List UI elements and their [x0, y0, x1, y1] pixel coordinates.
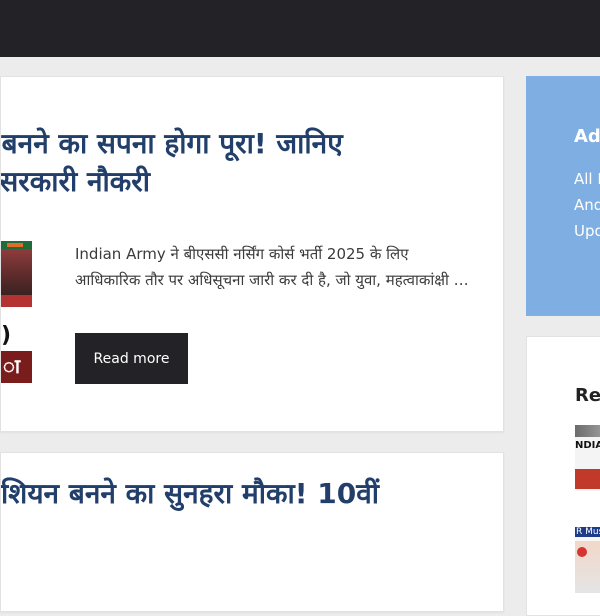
sidebar-ad-line: All I — [574, 170, 600, 188]
site-header-bar — [0, 0, 600, 57]
post-title[interactable]: र्स बनने का सपना होगा पूरा! जानिए ं सरका… — [1, 125, 443, 201]
thumb-text: R Musi — [576, 527, 600, 537]
post-title[interactable]: ज़िशियन बनने का सुनहरा मौका! 10वीं न — [1, 475, 443, 551]
post-title-line[interactable]: न — [1, 513, 443, 551]
recent-posts-title: Rec — [575, 385, 600, 406]
thumb-photo — [1, 249, 32, 295]
sidebar-ad-line: And — [574, 196, 600, 214]
recent-post-thumbnail[interactable]: R Musi — [575, 527, 600, 593]
post-card: र्स बनने का सपना होगा पूरा! जानिए ं सरका… — [0, 76, 504, 432]
post-title-line[interactable]: ं सरकारी नौकरी — [1, 163, 443, 201]
thumb-band-text: ा — [3, 354, 21, 378]
sidebar-ad-line: Upd — [574, 222, 600, 240]
thumb-flag — [7, 243, 23, 247]
sidebar-recent-posts: Rec NDIA NUR R Musi — [526, 336, 600, 616]
sidebar-ad-title: Ad — [574, 126, 600, 147]
thumb-badge — [577, 547, 587, 557]
thumb-text: NDIA NUR — [575, 440, 600, 451]
thumb-text: ) — [1, 323, 12, 348]
post-card: ज़िशियन बनने का सुनहरा मौका! 10वीं न — [0, 452, 504, 612]
thumb-band — [575, 469, 600, 489]
post-title-line[interactable]: ज़िशियन बनने का सुनहरा मौका! 10वीं — [1, 475, 443, 513]
sidebar-ad-widget: Ad All I And Upd — [526, 76, 600, 316]
read-more-button[interactable]: Read more — [75, 333, 188, 384]
post-thumbnail[interactable]: ) ा — [1, 241, 32, 383]
recent-post-thumbnail[interactable]: NDIA NUR — [575, 425, 600, 491]
post-title-line[interactable]: र्स बनने का सपना होगा पूरा! जानिए — [1, 125, 443, 163]
thumb-strip — [1, 295, 32, 307]
thumb-photo — [575, 425, 600, 437]
post-excerpt: Indian Army ने बीएससी नर्सिंग कोर्स भर्त… — [75, 245, 469, 289]
